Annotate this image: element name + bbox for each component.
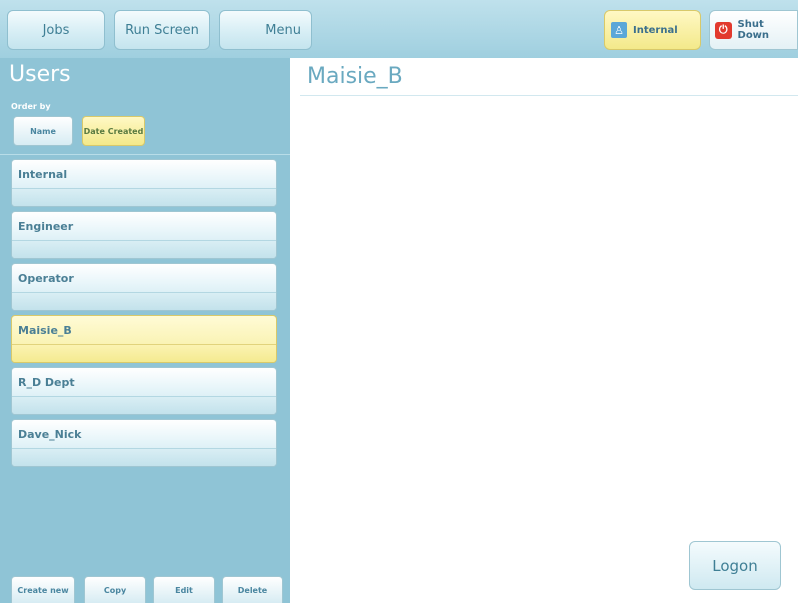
jobs-button[interactable]: Jobs: [7, 10, 105, 50]
current-user-label: Internal: [633, 24, 678, 36]
divider: [0, 154, 290, 155]
user-icon: ♙: [611, 22, 627, 38]
sort-by-name-button[interactable]: Name: [13, 116, 73, 146]
user-item-label: Maisie_B: [18, 324, 72, 337]
user-list-item[interactable]: Dave_Nick: [11, 419, 277, 467]
user-list-item[interactable]: R_D Dept: [11, 367, 277, 415]
user-item-label: Dave_Nick: [18, 428, 82, 441]
user-item-label: Engineer: [18, 220, 74, 233]
users-title: Users: [9, 62, 71, 87]
selected-user-title: Maisie_B: [307, 64, 403, 89]
user-list-item[interactable]: Operator: [11, 263, 277, 311]
user-item-label: R_D Dept: [18, 376, 75, 389]
top-toolbar: Jobs Run Screen Menu ♙ Internal ⏻ Shut D…: [0, 0, 798, 58]
users-panel: Users Order by Name Date Created Interna…: [0, 58, 290, 603]
sort-by-date-button[interactable]: Date Created: [82, 116, 145, 146]
user-list: Internal Engineer Operator Maisie_B R_D …: [11, 159, 277, 471]
user-item-label: Internal: [18, 168, 68, 181]
create-new-button[interactable]: Create new: [11, 576, 75, 603]
title-divider: [300, 95, 798, 96]
shutdown-button[interactable]: ⏻ Shut Down: [709, 10, 798, 50]
user-item-detail: [12, 292, 276, 310]
user-item-detail: [12, 448, 276, 466]
shutdown-label: Shut Down: [737, 19, 770, 41]
power-icon: ⏻: [715, 21, 732, 39]
user-item-detail: [12, 396, 276, 414]
user-item-detail: [12, 344, 276, 362]
user-item-label: Operator: [18, 272, 74, 285]
user-item-detail: [12, 188, 276, 206]
user-list-item[interactable]: Internal: [11, 159, 277, 207]
delete-button[interactable]: Delete: [222, 576, 283, 603]
edit-button[interactable]: Edit: [153, 576, 215, 603]
menu-button[interactable]: Menu: [219, 10, 312, 50]
user-item-detail: [12, 240, 276, 258]
run-screen-button[interactable]: Run Screen: [114, 10, 210, 50]
logon-button[interactable]: Logon: [689, 541, 781, 590]
current-user-button[interactable]: ♙ Internal: [604, 10, 701, 50]
order-by-label: Order by: [11, 102, 51, 111]
user-list-item-selected[interactable]: Maisie_B: [11, 315, 277, 363]
copy-button[interactable]: Copy: [84, 576, 146, 603]
user-list-item[interactable]: Engineer: [11, 211, 277, 259]
